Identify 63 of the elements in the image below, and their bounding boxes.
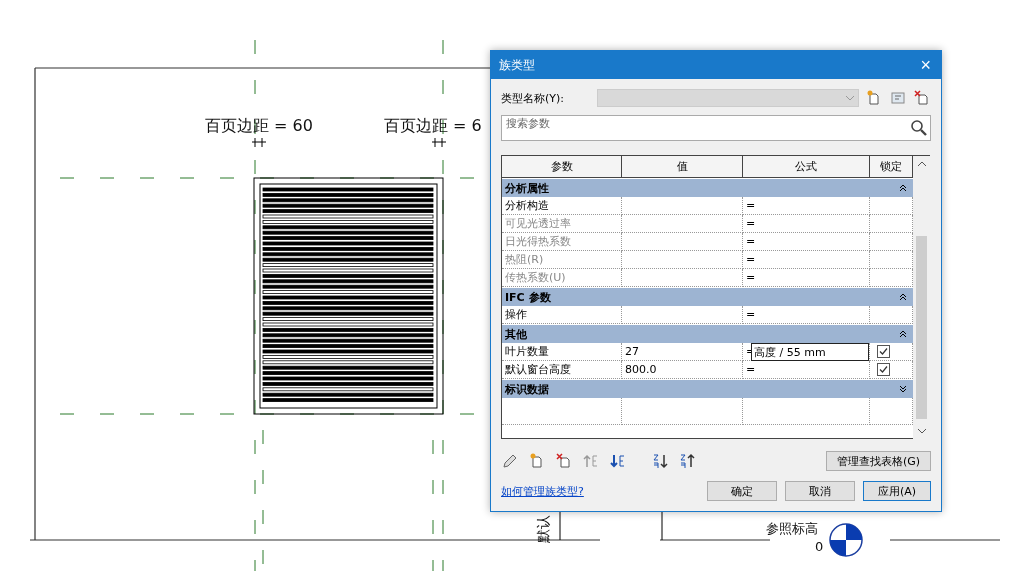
window-title: 族类型 bbox=[499, 56, 535, 74]
parameter-cell: 叶片数量 bbox=[502, 343, 622, 361]
parameter-cell: 可见光透过率 bbox=[502, 215, 622, 233]
sort-ascending-icon[interactable] bbox=[652, 453, 668, 469]
dimension-mark bbox=[431, 137, 447, 148]
value-cell[interactable]: 27 bbox=[622, 343, 743, 361]
parameter-cell: 热阻(R) bbox=[502, 251, 622, 269]
scroll-up-icon[interactable] bbox=[917, 161, 926, 166]
dimension-label: 百页边距 = 60 bbox=[205, 116, 313, 137]
lock-checkbox[interactable] bbox=[877, 345, 890, 358]
delete-document-icon[interactable] bbox=[914, 90, 930, 106]
dialog-button[interactable]: 取消 bbox=[785, 481, 855, 501]
value-cell[interactable] bbox=[622, 269, 743, 287]
manage-lookup-tables-button[interactable]: 管理查找表格(G) bbox=[825, 451, 931, 471]
parameter-cell: 日光得热系数 bbox=[502, 233, 622, 251]
dimension-label: 百页边距 = 6 bbox=[384, 116, 482, 137]
type-name-label: 类型名称(Y): bbox=[501, 90, 564, 106]
level-name: 参照标高 bbox=[766, 520, 818, 538]
help-link[interactable]: 如何管理族类型? bbox=[501, 483, 584, 499]
group-header[interactable]: IFC 参数 bbox=[502, 288, 913, 306]
value-cell[interactable] bbox=[622, 251, 743, 269]
column-header: 锁定 bbox=[870, 156, 913, 178]
lock-checkbox[interactable] bbox=[877, 363, 890, 376]
parameter-cell: 传热系数(U) bbox=[502, 269, 622, 287]
sort-descending-icon[interactable] bbox=[679, 453, 695, 469]
delete-document-icon[interactable] bbox=[556, 453, 572, 469]
group-header[interactable]: 标识数据 bbox=[502, 380, 913, 398]
new-document-icon[interactable] bbox=[866, 90, 882, 106]
search-field[interactable]: 搜索参数 bbox=[501, 115, 931, 141]
expand-icon[interactable] bbox=[899, 385, 907, 393]
parameter-cell: 默认窗台高度 bbox=[502, 361, 622, 379]
value-cell[interactable] bbox=[622, 233, 743, 251]
group-header[interactable]: 其他 bbox=[502, 325, 913, 343]
pencil-icon[interactable] bbox=[502, 453, 518, 469]
group-header[interactable]: 分析属性 bbox=[502, 179, 913, 197]
formula-input[interactable]: 高度 / 55 mm bbox=[751, 343, 869, 361]
caret-icon bbox=[846, 95, 854, 101]
new-document-icon[interactable] bbox=[529, 453, 545, 469]
formula-cell[interactable]: = bbox=[743, 361, 870, 379]
formula-cell[interactable]: = bbox=[743, 306, 870, 324]
level-value: 0 bbox=[815, 539, 824, 554]
close-button[interactable]: × bbox=[918, 56, 933, 74]
column-header: 公式 bbox=[743, 156, 870, 178]
column-header: 值 bbox=[622, 156, 743, 178]
vertical-label: 默认 bbox=[535, 515, 552, 543]
column-header: 参数 bbox=[502, 156, 622, 178]
collapse-icon[interactable] bbox=[899, 330, 907, 338]
value-cell[interactable]: 800.0 bbox=[622, 361, 743, 379]
value-cell[interactable] bbox=[622, 306, 743, 324]
value-cell[interactable] bbox=[622, 197, 743, 215]
search-icon[interactable] bbox=[910, 119, 928, 137]
dimension-mark bbox=[251, 137, 267, 148]
dialog-button[interactable]: 应用(A) bbox=[863, 481, 931, 501]
dialog-button[interactable]: 确定 bbox=[707, 481, 777, 501]
collapse-icon[interactable] bbox=[899, 293, 907, 301]
value-cell[interactable] bbox=[622, 215, 743, 233]
collapse-icon[interactable] bbox=[899, 184, 907, 192]
parameter-cell: 操作 bbox=[502, 306, 622, 324]
scroll-down-icon[interactable] bbox=[917, 429, 926, 434]
move-down-icon[interactable] bbox=[610, 453, 626, 469]
parameter-cell: 分析构造 bbox=[502, 197, 622, 215]
formula-cell[interactable]: = bbox=[743, 197, 870, 215]
level-marker-icon bbox=[829, 523, 863, 557]
